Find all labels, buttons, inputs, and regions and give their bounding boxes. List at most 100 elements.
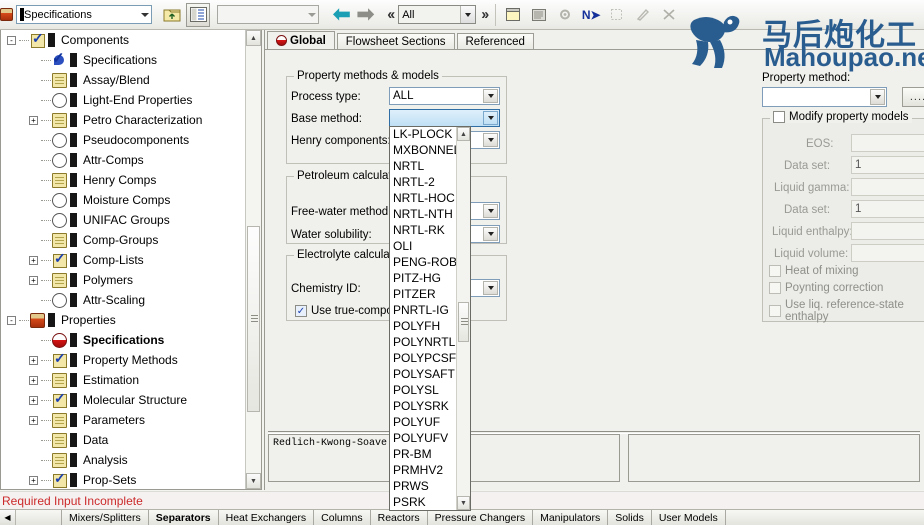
palette-tab-manipulators[interactable]: Manipulators — [533, 510, 609, 525]
next-input-icon[interactable]: N➤ — [579, 3, 603, 27]
tree-item-molecular-structure[interactable]: + Molecular Structure — [1, 390, 245, 410]
collapse-icon[interactable]: - — [7, 315, 16, 325]
tree-view-icon[interactable] — [186, 2, 210, 27]
secondary-combo[interactable] — [217, 5, 319, 24]
tree-item-prop-sets[interactable]: + Prop-Sets — [1, 470, 245, 489]
chevron-down-icon[interactable] — [308, 12, 316, 17]
tree-item-data[interactable]: Data — [1, 430, 245, 450]
tree-item-attr-comps[interactable]: Attr-Comps — [1, 150, 245, 170]
prev-double-chevron-icon[interactable]: ‹‹ — [387, 6, 395, 23]
chevron-down-icon[interactable] — [483, 89, 498, 103]
liquid-enthalpy-combo[interactable] — [851, 222, 924, 240]
base-method-combo[interactable] — [389, 109, 500, 127]
palette-tab-mixers-splitters[interactable]: Mixers/Splitters — [62, 510, 149, 525]
dropdown-item-nrtl-hoc[interactable]: NRTL-HOC — [390, 191, 456, 207]
chevron-down-icon[interactable] — [483, 111, 498, 125]
dropdown-item-nrtl-2[interactable]: NRTL-2 — [390, 175, 456, 191]
dropdown-item-polyuf[interactable]: POLYUF — [390, 415, 456, 431]
up-folder-icon[interactable] — [160, 3, 184, 27]
dropdown-item-polysl[interactable]: POLYSL — [390, 383, 456, 399]
chevron-down-icon[interactable] — [141, 12, 149, 17]
collapse-icon[interactable]: - — [7, 35, 16, 45]
tree-item-estimation[interactable]: + Estimation — [1, 370, 245, 390]
chevron-down-icon[interactable] — [483, 204, 498, 218]
base-method-dropdown-list[interactable]: LK-PLOCK MXBONNEL NRTL NRTL-2 NRTL-HOC NRTL-N… — [389, 126, 471, 511]
tree-item-attr-scaling[interactable]: Attr-Scaling — [1, 290, 245, 310]
poynting-correction-checkbox[interactable]: Poynting correction — [769, 282, 883, 294]
liquid-volume-combo[interactable] — [851, 244, 924, 262]
dropdown-item-polyfh[interactable]: POLYFH — [390, 319, 456, 335]
tree-item-assay-blend[interactable]: Assay/Blend — [1, 70, 245, 90]
dropdown-item-polysrk[interactable]: POLYSRK — [390, 399, 456, 415]
use-liq-reference-state-checkbox[interactable]: Use liq. reference-state enthalpy — [769, 299, 924, 323]
next-double-chevron-icon[interactable]: ›› — [481, 6, 489, 23]
dropdown-item-nrtl-nth[interactable]: NRTL-NTH — [390, 207, 456, 223]
tab-referenced[interactable]: Referenced — [456, 33, 534, 50]
dropdown-item-oli[interactable]: OLI — [390, 239, 456, 255]
tree-item-petro-characterization[interactable]: + Petro Characterization — [1, 110, 245, 130]
tree-item-specifications[interactable]: Specifications — [1, 330, 245, 350]
tree-item-parameters[interactable]: + Parameters — [1, 410, 245, 430]
dropdown-items[interactable]: LK-PLOCK MXBONNEL NRTL NRTL-2 NRTL-HOC NRTL-N… — [390, 127, 460, 510]
dropdown-item-prws[interactable]: PRWS — [390, 479, 456, 495]
palette-scroll-left-button[interactable]: ◀ — [0, 510, 16, 525]
dropdown-item-prmhv2[interactable]: PRMHV2 — [390, 463, 456, 479]
expand-icon[interactable]: + — [29, 395, 38, 405]
scroll-thumb[interactable] — [247, 226, 260, 412]
palette-tab-separators[interactable]: Separators — [149, 510, 219, 525]
back-arrow-icon[interactable]: ⬅ — [333, 4, 351, 25]
chevron-down-icon[interactable] — [870, 89, 885, 105]
tab-flowsheet-sections[interactable]: Flowsheet Sections — [336, 33, 455, 50]
report-icon[interactable] — [527, 3, 551, 27]
dropdown-item-polysaft[interactable]: POLYSAFT — [390, 367, 456, 383]
expand-icon[interactable]: + — [29, 415, 38, 425]
expand-icon[interactable]: + — [29, 275, 38, 285]
chevron-down-icon[interactable] — [460, 6, 476, 23]
expand-icon[interactable]: + — [29, 115, 38, 125]
data-set-1-input[interactable]: 1 — [851, 156, 924, 174]
navigation-combo[interactable]: Specifications — [16, 5, 152, 24]
dropdown-item-peng-rob[interactable]: PENG-ROB — [390, 255, 457, 271]
dropdown-item-mxbonnel[interactable]: MXBONNEL — [390, 143, 460, 159]
property-method-combo[interactable] — [762, 87, 887, 107]
expand-icon[interactable]: + — [29, 255, 38, 265]
scroll-down-button[interactable]: ▼ — [246, 473, 261, 489]
navigation-tree-pane[interactable]: - Components Specifications Assay/Blend Ligh… — [0, 30, 262, 490]
tree-item-property-methods[interactable]: + Property Methods — [1, 350, 245, 370]
tree-item-specifications[interactable]: Specifications — [1, 49, 245, 70]
dropdown-scroll-down-button[interactable]: ▼ — [457, 496, 470, 510]
tree-item-henry-comps[interactable]: Henry Comps — [1, 170, 245, 190]
palette-tab-columns[interactable]: Columns — [314, 510, 371, 525]
dropdown-item-pnrtl-ig[interactable]: PNRTL-IG — [390, 303, 456, 319]
heat-of-mixing-checkbox[interactable]: Heat of mixing — [769, 265, 859, 277]
tree-item-polymers[interactable]: + Polymers — [1, 270, 245, 290]
expand-icon[interactable]: + — [29, 355, 38, 365]
chevron-down-icon[interactable] — [483, 227, 498, 241]
chevron-down-icon[interactable] — [483, 281, 498, 295]
dropdown-item-polynrtl[interactable]: POLYNRTL — [390, 335, 456, 351]
navigation-tree[interactable]: - Components Specifications Assay/Blend Ligh… — [1, 30, 245, 489]
liquid-gamma-combo[interactable] — [851, 178, 924, 196]
dropdown-item-nrtl[interactable]: NRTL — [390, 159, 456, 175]
expand-icon[interactable]: + — [29, 375, 38, 385]
chevron-down-icon[interactable] — [483, 133, 498, 147]
dropdown-item-psrk[interactable]: PSRK — [390, 495, 456, 510]
modify-property-models-checkbox[interactable]: Modify property models — [770, 111, 912, 123]
palette-tab-reactors[interactable]: Reactors — [371, 510, 428, 525]
form-tabstrip[interactable]: Global Flowsheet Sections Referenced — [267, 31, 536, 50]
dropdown-item-polypcsf[interactable]: POLYPCSF — [390, 351, 456, 367]
note-icon[interactable] — [501, 3, 525, 27]
palette-tab-pressure-changers[interactable]: Pressure Changers — [428, 510, 534, 525]
property-method-browse-button[interactable]: .... — [902, 87, 924, 107]
tree-item-unifac-groups[interactable]: UNIFAC Groups — [1, 210, 245, 230]
tree-item-properties[interactable]: - Properties — [1, 310, 245, 330]
tree-item-pseudocomponents[interactable]: Pseudocomponents — [1, 130, 245, 150]
tree-item-comp-groups[interactable]: Comp-Groups — [1, 230, 245, 250]
expand-icon[interactable]: + — [29, 475, 38, 485]
data-set-2-input[interactable]: 1 — [851, 200, 924, 218]
dropdown-item-lk-plock[interactable]: LK-PLOCK — [390, 127, 456, 143]
dropdown-item-polyufv[interactable]: POLYUFV — [390, 431, 456, 447]
dropdown-item-pr-bm[interactable]: PR-BM — [390, 447, 456, 463]
model-palette-tabstrip[interactable]: ◀ Mixers/Splitters Separators Heat Exchang… — [0, 509, 924, 525]
dropdown-item-nrtl-rk[interactable]: NRTL-RK — [390, 223, 456, 239]
